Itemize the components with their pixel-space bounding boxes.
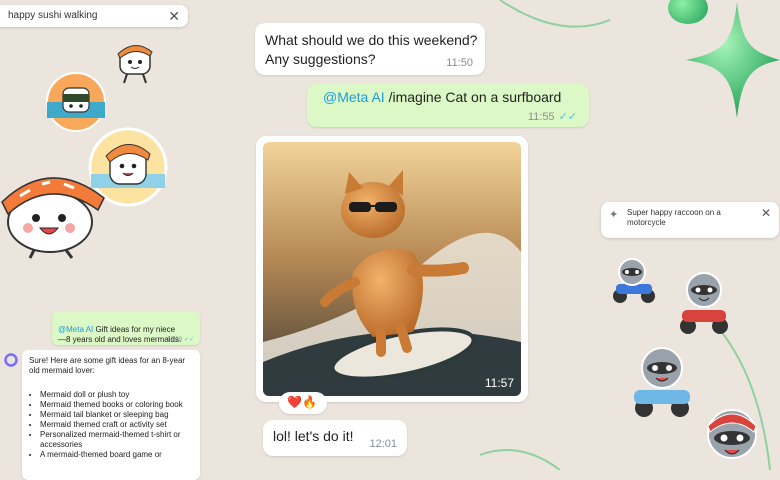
list-item: Mermaid themed craft or activity set: [40, 420, 200, 430]
close-icon[interactable]: ✕: [168, 8, 180, 25]
list-item: A mermaid-themed board game or: [40, 450, 200, 460]
message-bubble-outgoing: @Meta AI /imagine Cat on a surfboard 11:…: [307, 83, 589, 127]
message-bubble-outgoing-small: @Meta AI Gift ideas for my niece —8 year…: [52, 311, 200, 345]
meta-ai-mention[interactable]: @Meta AI: [323, 89, 385, 105]
list-item: Mermaid tail blanket or sleeping bag: [40, 410, 200, 420]
sticker-search-text: Super happy raccoon on a motorcycle: [627, 208, 721, 227]
image-message-bubble: 11:57: [256, 136, 528, 402]
raccoon-sticker-3[interactable]: [626, 342, 696, 422]
gift-ideas-list: Mermaid doll or plush toy Mermaid themed…: [26, 390, 200, 460]
sticker-search-chip[interactable]: ✦ Super happy raccoon on a motorcycle ✕: [601, 202, 779, 238]
list-item: Mermaid doll or plush toy: [40, 390, 200, 400]
message-time: 12:29: [166, 337, 182, 343]
message-bubble-incoming: What should we do this weekend? Any sugg…: [255, 23, 485, 75]
message-text: /imagine Cat on a surfboard: [388, 89, 562, 105]
list-item: Personalized mermaid-themed t-shirt or a…: [40, 430, 200, 450]
read-receipt-icon: ✓✓: [183, 337, 194, 343]
close-icon[interactable]: ✕: [761, 206, 771, 220]
sushi-sticker-small[interactable]: [112, 36, 160, 86]
message-time: 12:01: [369, 438, 397, 450]
message-time: 11:55: [527, 111, 555, 123]
raccoon-sticker-2[interactable]: [672, 266, 734, 338]
message-text: lol! let's do it!: [273, 428, 354, 444]
ai-response-bubble: Sure! Here are some gift ideas for an 8-…: [22, 350, 200, 480]
reactions-heart-fire: ❤️🔥: [287, 395, 317, 409]
sticker-search-chip[interactable]: happy sushi walking ✕: [0, 5, 188, 27]
meta-ai-icon: [4, 353, 18, 367]
message-time: 11:50: [446, 57, 473, 69]
raccoon-sticker-4[interactable]: [690, 404, 774, 470]
sushi-sticker-sunset[interactable]: [45, 72, 107, 132]
image-time: 11:57: [484, 376, 514, 390]
meta-ai-mention[interactable]: @Meta AI: [58, 325, 93, 334]
read-receipt-icon: ✓✓: [558, 111, 577, 123]
sushi-sticker-large[interactable]: [0, 162, 108, 260]
list-item: Mermaid themed books or coloring book: [40, 400, 200, 410]
reaction-pill[interactable]: ❤️🔥: [279, 392, 327, 414]
sparkle-star-decoration: [686, 2, 780, 118]
cat-surfboard-image[interactable]: [263, 142, 521, 396]
ai-response-intro: Sure! Here are some gift ideas for an 8-…: [29, 356, 186, 375]
sparkle-icon: ✦: [609, 209, 619, 221]
raccoon-sticker-1[interactable]: [602, 254, 660, 306]
message-bubble-incoming: lol! let's do it! 12:01: [263, 420, 407, 456]
sticker-search-text: happy sushi walking: [8, 10, 98, 21]
